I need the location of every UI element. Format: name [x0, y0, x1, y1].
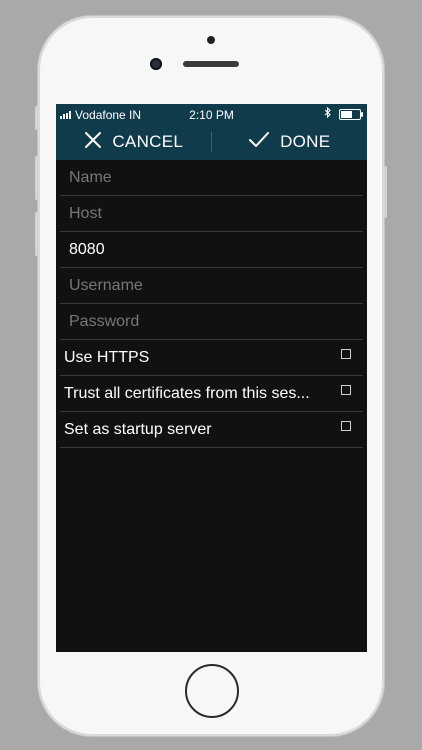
name-input[interactable] [60, 168, 363, 187]
cancel-button[interactable]: CANCEL [56, 124, 212, 160]
app-screen: Vodafone IN 2:10 PM CANCEL DONE Name Hos… [56, 104, 367, 652]
password-field-row [60, 304, 363, 340]
port-field-row [60, 232, 363, 268]
toolbar: CANCEL DONE [56, 124, 367, 160]
startup-server-checkbox[interactable] [341, 420, 351, 431]
battery-level [341, 110, 352, 118]
use-https-row[interactable]: Use HTTPS [60, 340, 363, 376]
volume-down-button [35, 212, 38, 256]
mute-switch [35, 106, 38, 130]
host-field-row [60, 196, 363, 232]
front-camera [150, 58, 162, 70]
startup-server-label: Set as startup server [64, 420, 212, 438]
close-icon [84, 131, 102, 154]
checkmark-icon [248, 131, 270, 154]
port-input[interactable] [60, 240, 363, 259]
server-form: Use HTTPS Trust all certificates from th… [56, 160, 367, 448]
battery-icon [339, 108, 363, 120]
earpiece-speaker [183, 61, 239, 67]
trust-certificates-checkbox[interactable] [341, 384, 351, 395]
use-https-checkbox[interactable] [341, 348, 351, 359]
status-time: 2:10 PM [189, 108, 234, 122]
toolbar-divider [211, 132, 212, 152]
status-bar: Vodafone IN 2:10 PM [56, 104, 367, 124]
volume-up-button [35, 156, 38, 200]
home-button[interactable] [185, 664, 239, 718]
use-https-label: Use HTTPS [64, 348, 150, 366]
startup-server-row[interactable]: Set as startup server [60, 412, 363, 448]
trust-certificates-row[interactable]: Trust all certificates from this ses... [60, 376, 363, 412]
host-input[interactable] [60, 204, 363, 223]
front-sensor [207, 36, 215, 44]
username-input[interactable] [60, 276, 363, 295]
power-button [384, 166, 387, 218]
done-button[interactable]: DONE [212, 124, 368, 160]
name-field-row [60, 160, 363, 196]
username-field-row [60, 268, 363, 304]
trust-certificates-label: Trust all certificates from this ses... [64, 384, 310, 402]
cancel-label: CANCEL [112, 132, 184, 151]
status-icons [324, 106, 363, 121]
password-input[interactable] [60, 312, 363, 331]
bluetooth-icon [324, 106, 332, 121]
done-label: DONE [280, 132, 331, 151]
